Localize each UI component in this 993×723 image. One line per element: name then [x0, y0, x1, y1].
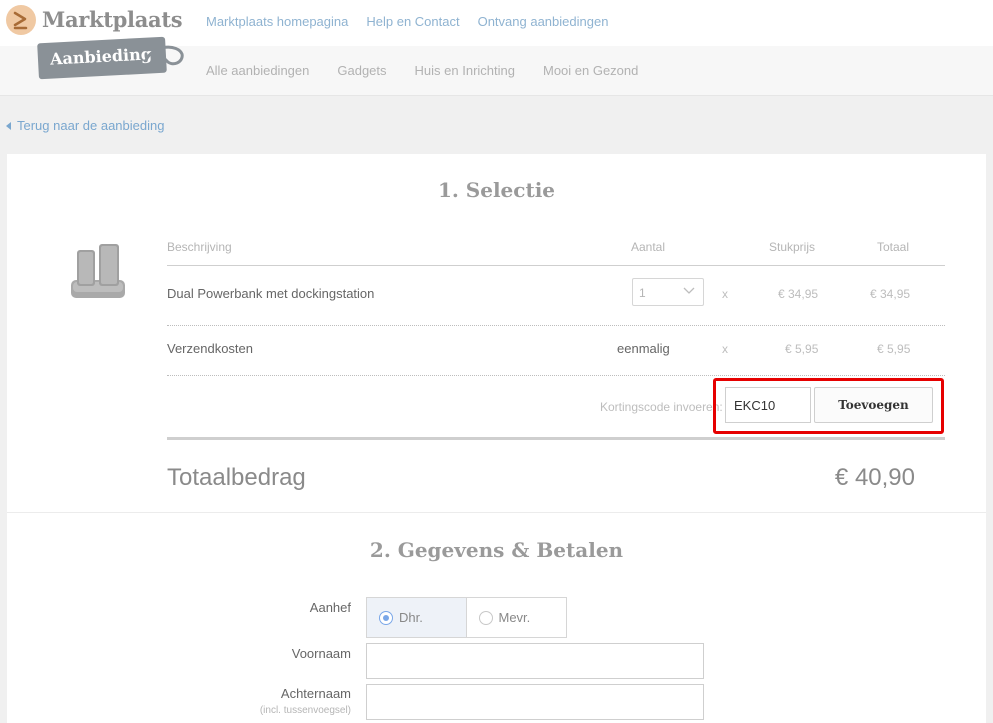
- row-divider: [167, 325, 945, 326]
- discount-code-input[interactable]: [725, 387, 811, 423]
- category-beauty[interactable]: Mooi en Gezond: [543, 63, 638, 78]
- category-gadgets[interactable]: Gadgets: [337, 63, 386, 78]
- nav-homepage[interactable]: Marktplaats homepagina: [206, 14, 348, 29]
- tag-hook-icon: [144, 45, 184, 66]
- row-shipping-unit-price: € 5,95: [785, 342, 819, 356]
- back-link[interactable]: Terug naar de aanbieding: [6, 118, 164, 133]
- first-name-input[interactable]: [366, 643, 704, 679]
- details-title: 2. Gegevens & Betalen: [369, 538, 624, 562]
- salutation-option-dhr[interactable]: Dhr.: [367, 598, 467, 637]
- salutation-label: Aanhef: [309, 600, 351, 615]
- salutation-radio-group: Dhr. Mevr.: [366, 597, 567, 638]
- col-total: Totaal: [877, 240, 910, 254]
- category-nav: Alle aanbiedingen Gadgets Huis en Inrich…: [206, 63, 638, 78]
- col-quantity: Aantal: [631, 240, 666, 254]
- add-discount-button[interactable]: Toevoegen: [814, 387, 933, 423]
- total-divider: [167, 437, 945, 440]
- row-product-total: € 34,95: [870, 287, 911, 301]
- radio-unselected-icon: [478, 610, 493, 625]
- last-name-input[interactable]: [366, 684, 704, 720]
- row-divider: [167, 375, 945, 376]
- total-label: Totaalbedrag: [167, 464, 306, 491]
- salutation-option-label: Mevr.: [498, 610, 531, 625]
- row-product-description: Dual Powerbank met dockingstation: [167, 286, 375, 301]
- row-product-unit-price: € 34,95: [778, 287, 819, 301]
- category-home[interactable]: Huis en Inrichting: [415, 63, 515, 78]
- nav-offers[interactable]: Ontvang aanbiedingen: [478, 14, 609, 29]
- category-all[interactable]: Alle aanbiedingen: [206, 63, 309, 78]
- section-separator: [7, 512, 986, 513]
- chevron-down-icon: [683, 287, 695, 294]
- header-divider: [167, 265, 945, 266]
- nav-help[interactable]: Help en Contact: [366, 14, 459, 29]
- discount-code-label: Kortingscode invoeren:: [600, 400, 723, 414]
- selection-title: 1. Selectie: [437, 178, 556, 202]
- row-shipping-description: Verzendkosten: [167, 341, 254, 356]
- col-unit-price: Stukprijs: [769, 240, 816, 254]
- top-nav: Marktplaats homepagina Help en Contact O…: [206, 14, 608, 29]
- salutation-option-label: Dhr.: [399, 610, 423, 625]
- back-link-label: Terug naar de aanbieding: [17, 118, 165, 133]
- marktplaats-logo-icon[interactable]: [6, 5, 36, 35]
- row-product-times: x: [722, 287, 728, 301]
- last-name-label: Achternaam: [280, 686, 351, 701]
- salutation-option-mevr[interactable]: Mevr.: [467, 598, 567, 637]
- quantity-select[interactable]: 1: [632, 278, 704, 306]
- first-name-label: Voornaam: [291, 646, 351, 661]
- col-description: Beschrijving: [167, 240, 232, 254]
- quantity-value: 1: [639, 286, 646, 300]
- row-shipping-quantity: eenmalig: [617, 341, 670, 356]
- radio-selected-icon: [379, 610, 393, 625]
- product-image: [71, 244, 125, 298]
- caret-left-icon: [6, 121, 11, 130]
- last-name-sublabel: (incl. tussenvoegsel): [259, 705, 351, 716]
- checkout-card: 1. Selectie Beschrijving Aantal Stukprij…: [7, 154, 986, 723]
- row-shipping-times: x: [722, 342, 728, 356]
- total-value: € 40,90: [834, 464, 915, 491]
- row-shipping-total: € 5,95: [877, 342, 911, 356]
- logo-text[interactable]: Marktplaats: [42, 7, 183, 32]
